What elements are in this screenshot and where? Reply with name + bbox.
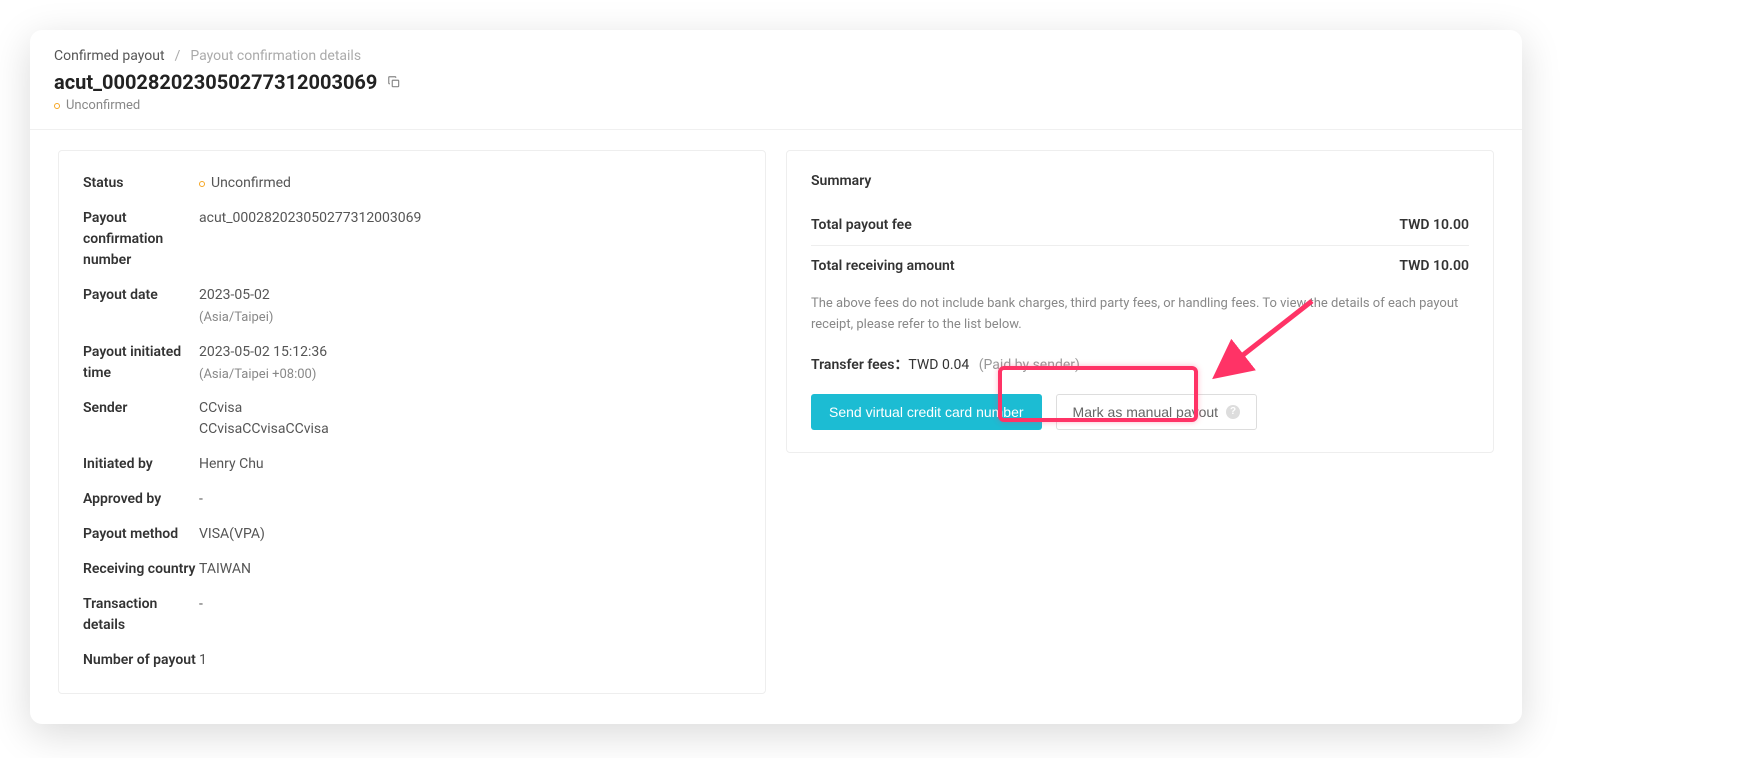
status-value: Unconfirmed — [199, 173, 291, 194]
transfer-fees-label: Transfer fees： — [811, 357, 908, 373]
initiated-time-main: 2023-05-02 15:12:36 — [199, 342, 327, 363]
initiated-by-label: Initiated by — [83, 454, 199, 475]
sender-line1: CCvisa — [199, 398, 329, 419]
payout-method-label: Payout method — [83, 524, 199, 545]
help-icon: ? — [1226, 405, 1240, 419]
approved-by-label: Approved by — [83, 489, 199, 510]
status-dot-icon — [199, 181, 205, 187]
send-virtual-card-button[interactable]: Send virtual credit card number — [811, 394, 1042, 430]
sender-line2: CCvisaCCvisaCCvisa — [199, 419, 329, 440]
sender-label: Sender — [83, 398, 199, 419]
sender-value: CCvisa CCvisaCCvisaCCvisa — [199, 398, 329, 440]
breadcrumb-current: Payout confirmation details — [190, 48, 361, 64]
initiated-by-value: Henry Chu — [199, 454, 264, 475]
confirmation-number-value: acut_000282023050277312003069 — [199, 208, 421, 229]
total-receiving-value: TWD 10.00 — [1399, 258, 1469, 274]
receiving-country-value: TAIWAN — [199, 559, 251, 580]
transfer-fees-row: Transfer fees：TWD 0.04 (Paid by sender) — [811, 354, 1469, 374]
mark-manual-payout-button[interactable]: Mark as manual payout ? — [1056, 394, 1258, 430]
button-row: Send virtual credit card number Mark as … — [811, 394, 1469, 430]
number-of-payout-label: Number of payout — [83, 650, 199, 671]
transfer-fees-value: TWD 0.04 — [908, 357, 969, 373]
summary-panel: Summary Total payout fee TWD 10.00 Total… — [786, 150, 1494, 453]
initiated-time-label: Payout initiated time — [83, 342, 199, 384]
payout-date-tz: (Asia/Taipei) — [199, 308, 273, 328]
breadcrumb-separator: / — [175, 48, 181, 64]
payout-date-label: Payout date — [83, 285, 199, 306]
total-payout-fee-label: Total payout fee — [811, 217, 912, 233]
status-value-text: Unconfirmed — [211, 173, 291, 194]
details-panel: Status Unconfirmed Payout confirmation n… — [58, 150, 766, 694]
summary-title: Summary — [811, 173, 1469, 189]
copy-icon[interactable] — [387, 75, 401, 89]
status-badge: Unconfirmed — [54, 98, 1498, 113]
payout-date-value: 2023-05-02 (Asia/Taipei) — [199, 285, 273, 328]
number-of-payout-value: 1 — [199, 650, 207, 671]
summary-note: The above fees do not include bank charg… — [811, 294, 1469, 336]
total-payout-fee-row: Total payout fee TWD 10.00 — [811, 205, 1469, 246]
transaction-details-value: - — [199, 594, 203, 615]
transfer-fees-paid: (Paid by sender) — [979, 357, 1080, 373]
transaction-details-label: Transaction details — [83, 594, 199, 636]
main-container: Confirmed payout / Payout confirmation d… — [30, 30, 1522, 724]
breadcrumb-parent[interactable]: Confirmed payout — [54, 48, 165, 64]
total-receiving-label: Total receiving amount — [811, 258, 955, 274]
content-wrapper: Status Unconfirmed Payout confirmation n… — [30, 130, 1522, 724]
approved-by-value: - — [199, 489, 203, 510]
total-payout-fee-value: TWD 10.00 — [1399, 217, 1469, 233]
page-title-row: acut_000282023050277312003069 — [54, 70, 1498, 94]
breadcrumb: Confirmed payout / Payout confirmation d… — [54, 48, 1498, 64]
receiving-country-label: Receiving country — [83, 559, 199, 580]
status-text: Unconfirmed — [66, 98, 140, 113]
total-receiving-row: Total receiving amount TWD 10.00 — [811, 246, 1469, 286]
status-label: Status — [83, 173, 199, 194]
status-dot-icon — [54, 103, 60, 109]
confirmation-number-label: Payout confirmation number — [83, 208, 199, 271]
initiated-time-value: 2023-05-02 15:12:36 (Asia/Taipei +08:00) — [199, 342, 327, 385]
header-section: Confirmed payout / Payout confirmation d… — [30, 30, 1522, 130]
page-title: acut_000282023050277312003069 — [54, 70, 377, 94]
initiated-time-tz: (Asia/Taipei +08:00) — [199, 365, 327, 385]
mark-manual-label: Mark as manual payout — [1073, 404, 1219, 420]
payout-method-value: VISA(VPA) — [199, 524, 265, 545]
payout-date-main: 2023-05-02 — [199, 285, 273, 306]
